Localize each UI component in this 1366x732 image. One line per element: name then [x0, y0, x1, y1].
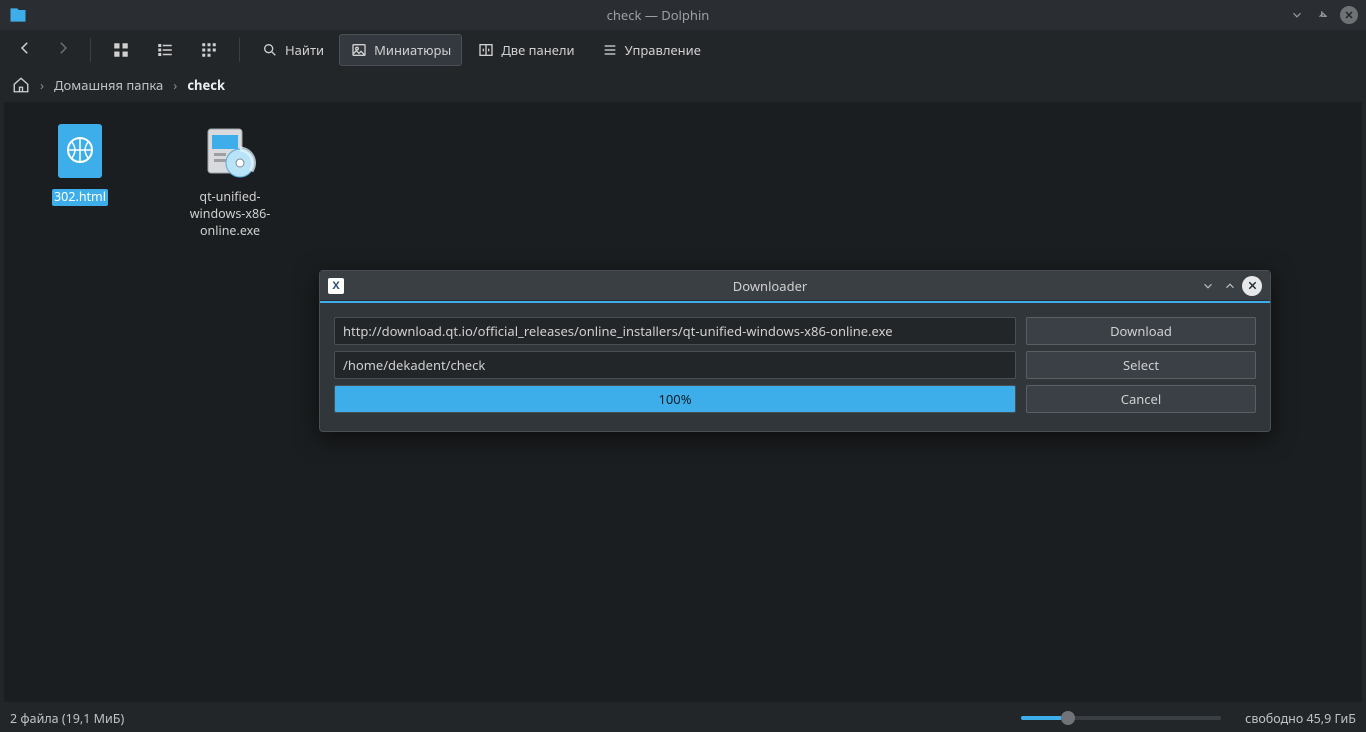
dialog-titlebar[interactable]: X Downloader: [320, 271, 1270, 301]
download-button[interactable]: Download: [1026, 317, 1256, 345]
split-panels-label: Две панели: [501, 41, 574, 59]
status-right: свободно 45,9 ГиБ: [1245, 710, 1356, 727]
downloader-dialog: X Downloader Download Select 100% Cancel: [319, 270, 1271, 432]
progress-label: 100%: [335, 386, 1015, 412]
dialog-expand-icon[interactable]: [1220, 276, 1240, 296]
installer-file-icon: [198, 119, 262, 183]
nav-forward-button[interactable]: [46, 35, 80, 65]
chevron-right-icon: ›: [40, 76, 44, 94]
dialog-app-icon: X: [328, 278, 344, 294]
toolbar-separator: [239, 38, 240, 62]
window-close-icon[interactable]: [1340, 6, 1358, 24]
window-title: check — Dolphin: [28, 6, 1288, 24]
zoom-slider[interactable]: [1021, 716, 1221, 720]
window-titlebar: check — Dolphin: [0, 0, 1366, 30]
control-menu-button[interactable]: Управление: [590, 34, 712, 66]
view-compact-button[interactable]: [189, 34, 229, 66]
cancel-button[interactable]: Cancel: [1026, 385, 1256, 413]
window-maximize-icon[interactable]: [1314, 6, 1332, 24]
view-icons-button[interactable]: [101, 34, 141, 66]
file-item[interactable]: 302.html: [25, 119, 135, 206]
dolphin-app-icon: [8, 5, 28, 25]
breadcrumb: › Домашняя папка › check: [0, 70, 1366, 100]
dialog-close-icon[interactable]: [1242, 276, 1262, 296]
hamburger-icon: [601, 41, 619, 59]
split-panels-button[interactable]: Две панели: [466, 34, 585, 66]
breadcrumb-home[interactable]: Домашняя папка: [54, 76, 163, 94]
zoom-thumb[interactable]: [1061, 711, 1075, 725]
html-file-icon: [48, 119, 112, 183]
toolbar-separator: [90, 38, 91, 62]
dialog-title: Downloader: [344, 277, 1196, 295]
select-button[interactable]: Select: [1026, 351, 1256, 379]
url-input[interactable]: [334, 317, 1016, 345]
split-icon: [477, 41, 495, 59]
file-label: qt-unified-windows-x86-online.exe: [175, 189, 285, 240]
statusbar: 2 файла (19,1 МиБ) свободно 45,9 ГиБ: [0, 704, 1366, 732]
path-input[interactable]: [334, 351, 1016, 379]
control-menu-label: Управление: [625, 41, 701, 59]
status-left: 2 файла (19,1 МиБ): [10, 710, 124, 727]
thumbnails-label: Миниатюры: [374, 41, 451, 59]
find-button[interactable]: Найти: [250, 34, 335, 66]
main-toolbar: Найти Миниатюры Две панели Управление: [0, 30, 1366, 70]
image-icon: [350, 41, 368, 59]
find-label: Найти: [285, 41, 324, 59]
home-icon[interactable]: [12, 76, 30, 94]
view-details-button[interactable]: [145, 34, 185, 66]
search-icon: [261, 41, 279, 59]
progress-bar: 100%: [334, 385, 1016, 413]
nav-back-button[interactable]: [8, 35, 42, 65]
chevron-right-icon: ›: [173, 76, 177, 94]
thumbnails-button[interactable]: Миниатюры: [339, 34, 462, 66]
file-item[interactable]: qt-unified-windows-x86-online.exe: [175, 119, 285, 240]
dialog-collapse-icon[interactable]: [1198, 276, 1218, 296]
window-minimize-icon[interactable]: [1288, 6, 1306, 24]
breadcrumb-current[interactable]: check: [187, 76, 225, 94]
file-label: 302.html: [52, 189, 108, 206]
